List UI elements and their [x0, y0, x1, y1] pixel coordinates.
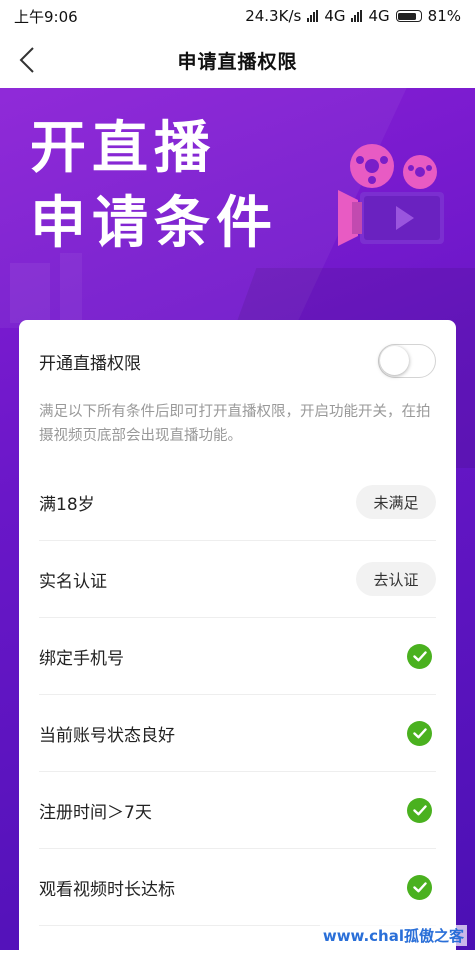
permission-card: 开通直播权限 满足以下所有条件后即可打开直播权限，开启功能开关，在拍摄视频页底部…	[19, 320, 456, 960]
condition-row-watchtime: 观看视频时长达标	[39, 849, 436, 926]
condition-label: 绑定手机号	[39, 648, 124, 669]
check-circle-icon	[407, 643, 432, 669]
check-circle-icon	[407, 720, 432, 746]
banner-title-line2: 申请条件	[30, 191, 278, 256]
nav-bar: 申请直播权限	[0, 32, 475, 88]
check-circle-icon	[407, 797, 432, 823]
condition-row-account: 当前账号状态良好	[39, 695, 436, 772]
battery-icon	[395, 10, 422, 22]
permission-switch[interactable]	[378, 344, 436, 378]
condition-label: 实名认证	[39, 571, 107, 592]
age-status-button[interactable]: 未满足	[356, 485, 436, 519]
network-speed: 24.3K/s	[245, 7, 302, 25]
condition-list: 满18岁 未满足 实名认证 去认证 绑定手机号 当前账号状态良好 注册时间＞7天	[39, 464, 436, 926]
permission-description: 满足以下所有条件后即可打开直播权限，开启功能开关，在拍摄视频页底部会出现直播功能…	[39, 404, 431, 444]
check-circle-icon	[407, 874, 432, 900]
condition-row-register: 注册时间＞7天	[39, 772, 436, 849]
condition-row-age: 满18岁 未满足	[39, 464, 436, 541]
condition-label: 当前账号状态良好	[39, 725, 175, 746]
page-title: 申请直播权限	[177, 50, 298, 73]
switch-knob	[380, 346, 409, 375]
banner-decoration	[60, 253, 82, 323]
condition-row-phone: 绑定手机号	[39, 618, 436, 695]
movie-camera-icon	[338, 144, 444, 246]
verify-button[interactable]: 去认证	[356, 562, 436, 596]
network-type-2: 4G	[368, 7, 390, 25]
watermark: www.chal孤傲之客	[319, 925, 467, 946]
battery-level: 81%	[427, 7, 461, 25]
banner-title-line1: 开直播	[30, 116, 216, 181]
chevron-left-icon	[19, 47, 34, 73]
status-time: 上午9:06	[14, 7, 78, 26]
condition-row-realname: 实名认证 去认证	[39, 541, 436, 618]
back-button[interactable]	[10, 42, 44, 78]
status-bar: 上午9:06 24.3K/s 4G 4G 81%	[0, 0, 475, 32]
network-type-1: 4G	[324, 7, 346, 25]
permission-label: 开通直播权限	[39, 353, 141, 374]
condition-label: 观看视频时长达标	[39, 879, 175, 900]
permission-toggle-row: 开通直播权限	[39, 344, 436, 378]
signal-icon-2	[351, 10, 363, 22]
status-indicators: 24.3K/s 4G 4G 81%	[245, 7, 461, 25]
banner-decoration	[10, 263, 50, 323]
signal-icon	[307, 10, 319, 22]
condition-label: 注册时间＞7天	[39, 802, 152, 823]
condition-label: 满18岁	[39, 494, 95, 515]
